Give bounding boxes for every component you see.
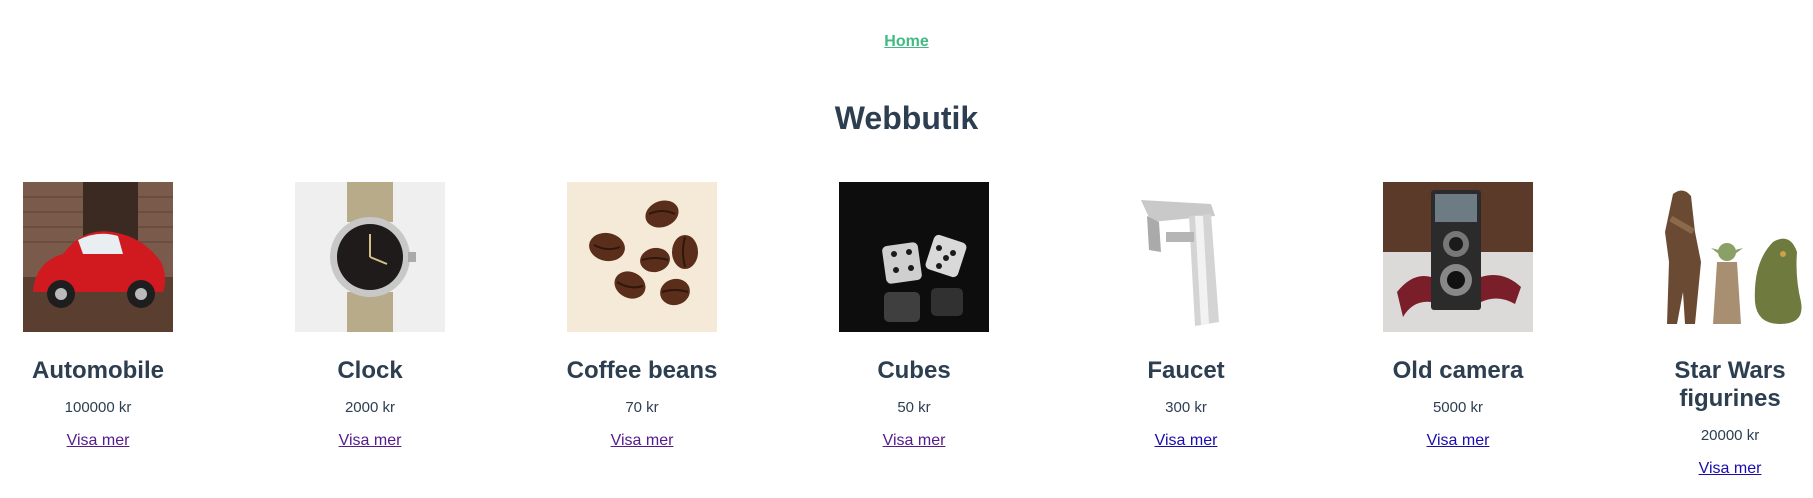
- product-price: 5000 kr: [1432, 399, 1484, 416]
- product-card-star-wars-figurines: Star Wars figurines 20000 kr Visa mer: [1635, 182, 1813, 478]
- home-link[interactable]: Home: [884, 33, 928, 50]
- product-price: 20000 kr: [1700, 427, 1760, 444]
- view-more-link[interactable]: Visa mer: [67, 432, 130, 450]
- product-card-automobile: Automobile 100000 kr Visa mer: [3, 182, 193, 450]
- product-list: Automobile 100000 kr Visa mer Clock 2000…: [0, 182, 1813, 498]
- view-more-link[interactable]: Visa mer: [1699, 460, 1762, 478]
- product-name: Automobile: [32, 357, 164, 384]
- product-price: 100000 kr: [64, 399, 132, 416]
- view-more-link[interactable]: Visa mer: [883, 432, 946, 450]
- vintage-camera-image: [1383, 182, 1533, 332]
- faucet-image: [1111, 182, 1261, 332]
- product-price: 50 kr: [897, 399, 931, 416]
- product-price: 300 kr: [1165, 399, 1207, 416]
- product-name: Clock: [337, 357, 403, 384]
- dice-image: [839, 182, 989, 332]
- product-card-old-camera: Old camera 5000 kr Visa mer: [1363, 182, 1553, 450]
- view-more-link[interactable]: Visa mer: [1427, 432, 1490, 450]
- product-price: 2000 kr: [344, 399, 396, 416]
- product-card-clock: Clock 2000 kr Visa mer: [275, 182, 465, 450]
- red-car-image: [23, 182, 173, 332]
- product-name: Coffee beans: [566, 357, 718, 384]
- wristwatch-image: [295, 182, 445, 332]
- product-card-cubes: Cubes 50 kr Visa mer: [819, 182, 1009, 450]
- product-name: Star Wars figurines: [1674, 357, 1786, 412]
- product-card-coffee-beans: Coffee beans 70 kr Visa mer: [547, 182, 737, 450]
- view-more-link[interactable]: Visa mer: [611, 432, 674, 450]
- product-name: Faucet: [1147, 357, 1225, 384]
- view-more-link[interactable]: Visa mer: [339, 432, 402, 450]
- view-more-link[interactable]: Visa mer: [1155, 432, 1218, 450]
- product-name: Old camera: [1392, 357, 1524, 384]
- product-name: Cubes: [877, 357, 951, 384]
- top-nav: Home: [0, 33, 1813, 51]
- product-card-faucet: Faucet 300 kr Visa mer: [1091, 182, 1281, 450]
- product-price: 70 kr: [625, 399, 659, 416]
- coffee-beans-image: [567, 182, 717, 332]
- figurines-image: [1655, 182, 1805, 332]
- page-title: Webbutik: [834, 100, 979, 136]
